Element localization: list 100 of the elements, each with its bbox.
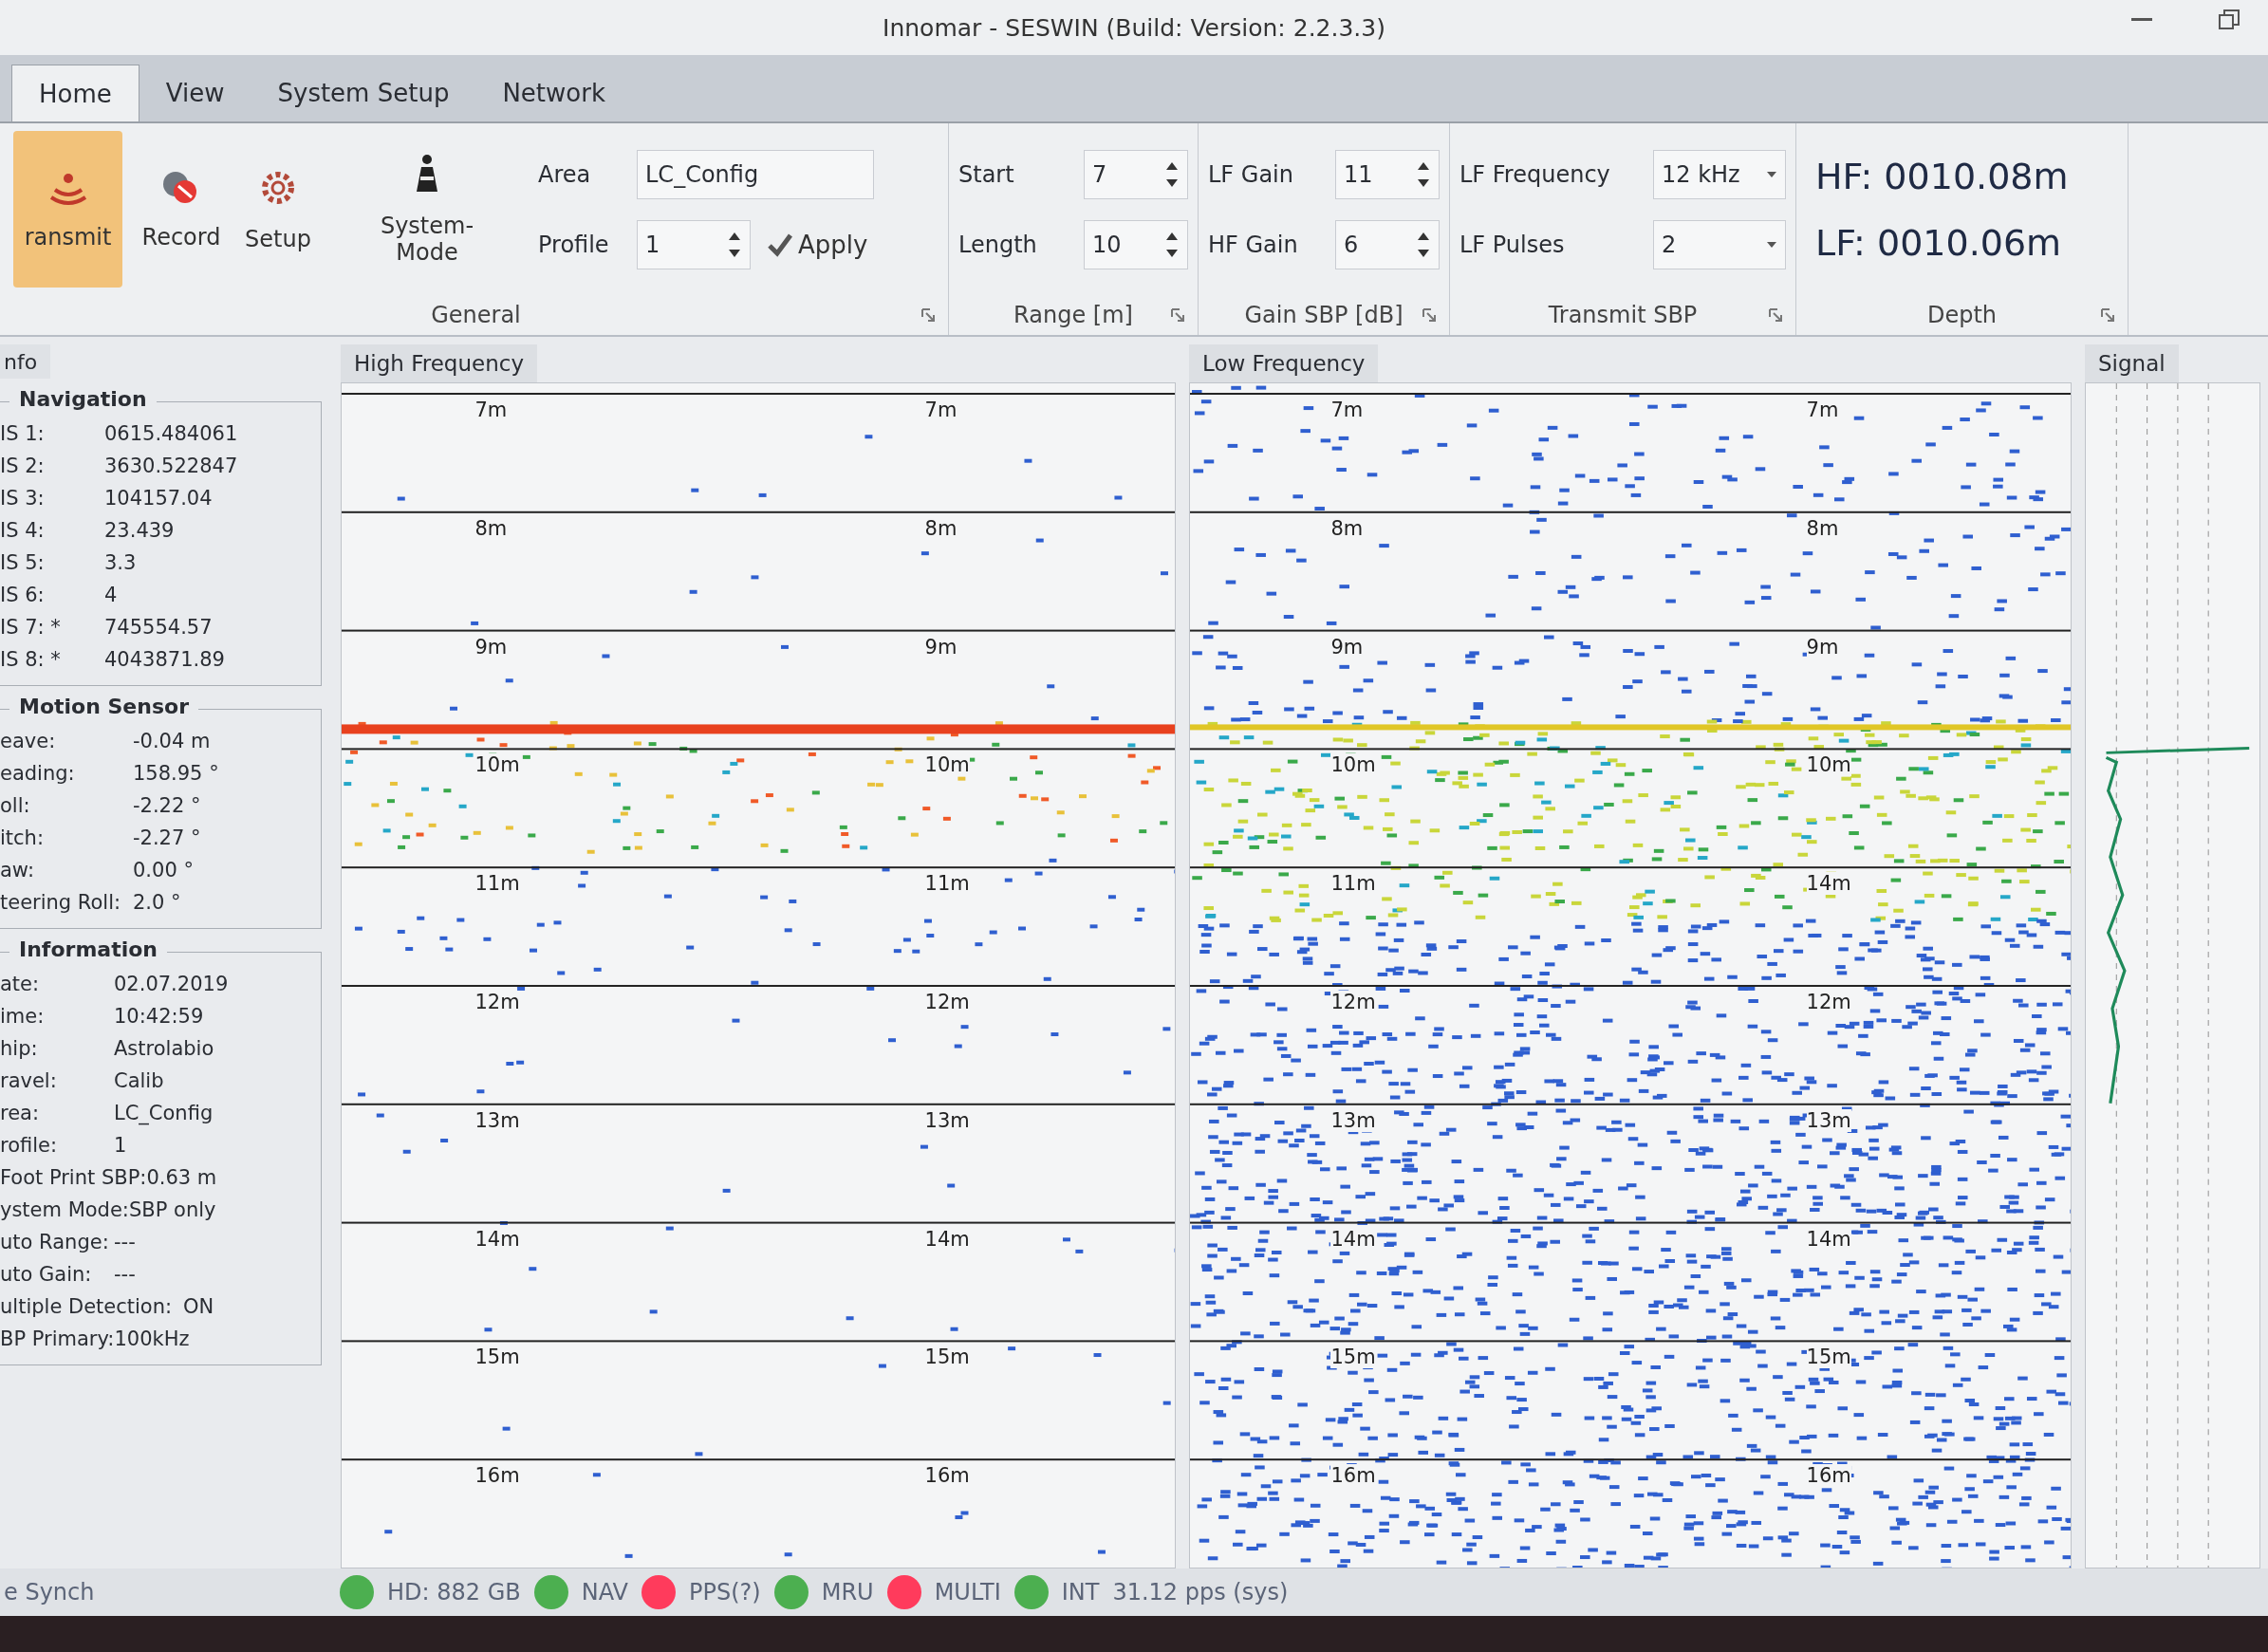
info-value: 0.00 ° [133, 858, 194, 883]
status-text: NAV [581, 1579, 628, 1606]
info-value: --- [114, 1262, 136, 1288]
status-text: INT [1061, 1579, 1100, 1606]
field-label: Start [958, 160, 1015, 188]
info-label: ravel: [0, 1068, 58, 1094]
field-label: LF Gain [1208, 160, 1294, 188]
dialog-launcher-icon[interactable] [921, 308, 935, 322]
info-label: IS 4: [0, 518, 46, 544]
info-label: IS 5: [0, 550, 46, 576]
group-title: General [431, 302, 521, 328]
info-label: uto Range: [0, 1230, 110, 1255]
info-label: eave: [0, 729, 57, 754]
restore-icon[interactable] [2219, 9, 2240, 30]
group-title: Depth [1926, 302, 1998, 328]
info-value: 0.63 m [146, 1165, 217, 1191]
info-value: Calib [114, 1068, 164, 1094]
field-label: LF Pulses [1459, 231, 1566, 258]
info-value: 3.3 [104, 550, 137, 576]
dropdown-caret-icon[interactable] [1766, 240, 1777, 249]
apply-button[interactable]: Apply [764, 226, 872, 263]
dialog-launcher-icon[interactable] [2101, 308, 2114, 322]
info-label: ime: [0, 1004, 46, 1030]
ribbon-tab[interactable]: View [139, 65, 251, 121]
info-value: 10:42:59 [114, 1004, 204, 1030]
status-text: PPS(?) [689, 1579, 761, 1606]
area-field[interactable]: LC_Config [637, 149, 874, 199]
checkmark-icon [768, 232, 792, 257]
info-label: ystem Mode: [0, 1197, 129, 1223]
depth-label: 15m [1806, 1346, 1851, 1369]
dropdown[interactable]: 2 [1653, 219, 1786, 269]
status-text: HD: 882 GB [387, 1579, 521, 1606]
ribbon-tab[interactable]: System Setup [251, 65, 476, 121]
setup-button[interactable]: Setup [240, 131, 316, 288]
number-spinner[interactable]: 7 [1084, 149, 1188, 199]
info-value: --- [114, 1230, 136, 1255]
info-value: 4043871.89 [104, 647, 225, 673]
info-value: 745554.57 [104, 615, 213, 640]
depth-label: 15m [1330, 1346, 1376, 1369]
depth-label: 10m [1806, 753, 1851, 777]
window-title: Innomar - SESWIN (Build: Version: 2.2.3.3) [883, 13, 1385, 42]
number-spinner[interactable]: 10 [1084, 219, 1188, 269]
transmit-button[interactable]: ransmit [13, 131, 122, 288]
info-value: -0.04 m [133, 729, 211, 754]
dialog-launcher-icon[interactable] [1171, 308, 1184, 322]
info-label: rofile: [0, 1133, 59, 1159]
number-spinner[interactable]: 11 [1335, 149, 1440, 199]
info-value: -2.22 ° [133, 793, 201, 819]
status-text: MRU [821, 1579, 874, 1606]
info-label: BP Primary: [0, 1327, 115, 1352]
depth-label: 13m [1806, 1108, 1851, 1132]
number-spinner[interactable]: 6 [1335, 219, 1440, 269]
info-label: itch: [0, 826, 45, 851]
info-label: rea: [0, 1101, 41, 1126]
info-label: IS 3: [0, 486, 46, 511]
info-label: uto Gain: [0, 1262, 93, 1288]
info-value: 23.439 [104, 518, 175, 544]
info-value: -2.27 ° [133, 826, 201, 851]
info-label: oll: [0, 793, 31, 819]
dropdown-caret-icon[interactable] [1766, 170, 1777, 178]
depth-reading: HF: 0010.08m [1815, 155, 2069, 197]
depth-reading: LF: 0010.06m [1815, 221, 2062, 264]
ribbon-tab[interactable]: Home [11, 65, 139, 121]
info-label: Foot Print SBP: [0, 1165, 147, 1191]
dropdown[interactable]: 12 kHz [1653, 149, 1786, 199]
status-text: 31.12 pps (sys) [1112, 1579, 1289, 1606]
record-button[interactable]: Record [143, 131, 219, 288]
info-label: IS 6: [0, 583, 46, 608]
info-value: ON [183, 1294, 214, 1320]
group-title: Transmit SBP [1548, 302, 1698, 328]
info-value: 3630.522847 [104, 454, 238, 479]
info-value: 02.07.2019 [114, 972, 229, 997]
pane-tab[interactable]: Signal [2085, 344, 2179, 382]
info-value: 4 [104, 583, 118, 608]
info-value: 104157.04 [104, 486, 213, 511]
dialog-launcher-icon[interactable] [1769, 308, 1782, 322]
system-mode-button[interactable]: System-Mode [356, 131, 498, 288]
minimize-icon[interactable] [2131, 18, 2152, 22]
info-label: IS 2: [0, 454, 46, 479]
pane-tab[interactable]: High Frequency [341, 344, 537, 382]
info-label: ultiple Detection: [0, 1294, 173, 1320]
info-label: teering Roll: [0, 890, 122, 916]
depth-label: 14m [1806, 872, 1851, 896]
pane-tab[interactable]: Low Frequency [1189, 344, 1379, 382]
group-title: Range [m] [1013, 302, 1133, 328]
info-value: 100kHz [114, 1327, 190, 1352]
info-value: 1 [114, 1133, 127, 1159]
info-label: hip: [0, 1036, 39, 1062]
info-value: 2.0 ° [133, 890, 181, 916]
field-label: HF Gain [1208, 231, 1299, 258]
ribbon-tab[interactable]: Network [475, 65, 632, 121]
info-value: Astrolabio [114, 1036, 214, 1062]
field-label: Profile [538, 231, 610, 258]
field-label: Length [958, 231, 1038, 258]
info-label: ate: [0, 972, 41, 997]
profile-spinner[interactable]: 1 [637, 219, 751, 269]
info-value: LC_Config [114, 1101, 214, 1127]
dialog-launcher-icon[interactable] [1422, 308, 1436, 322]
field-label: LF Frequency [1459, 160, 1611, 188]
info-label: eading: [0, 761, 76, 787]
